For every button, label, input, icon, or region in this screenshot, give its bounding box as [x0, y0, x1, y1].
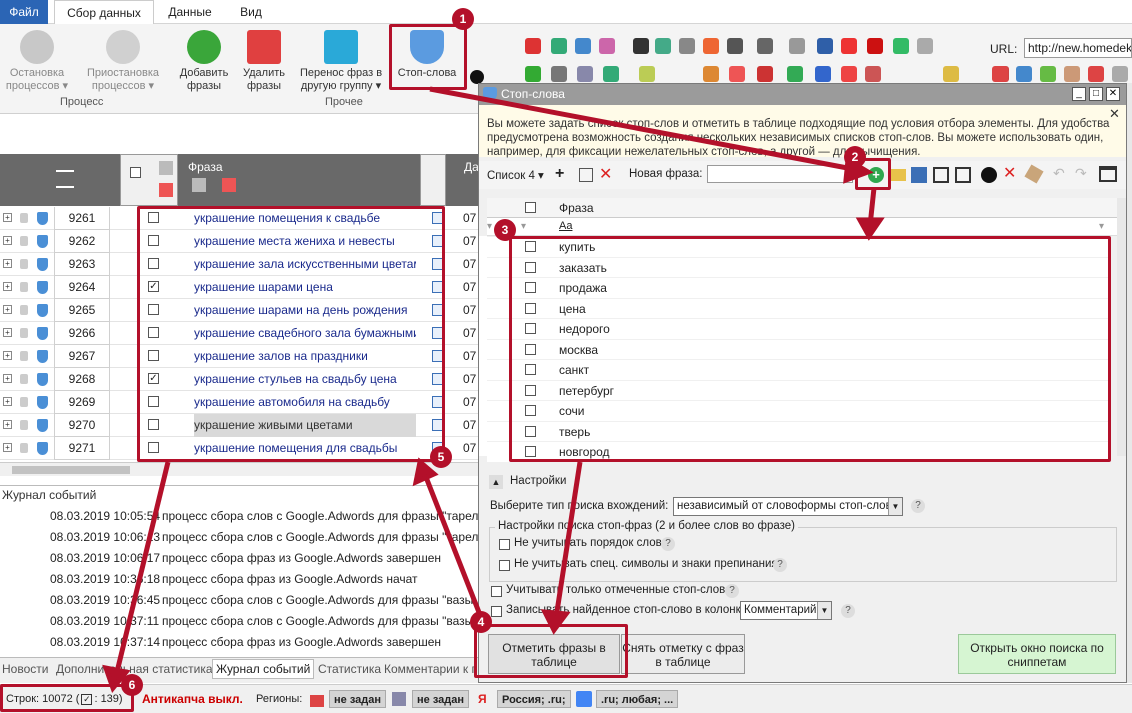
badge-3: 3 — [494, 219, 516, 241]
arrow-3-line — [553, 461, 583, 619]
badge-6: 6 — [121, 674, 143, 696]
arrow-4-line — [421, 471, 485, 621]
arrow-4-head — [412, 457, 439, 487]
badge-4: 4 — [470, 611, 492, 633]
badge-1: 1 — [452, 8, 474, 30]
highlight-stop-words — [389, 24, 467, 90]
highlight-mark-button — [474, 624, 628, 678]
badge-5: 5 — [430, 446, 452, 468]
arrow-5-line — [113, 461, 171, 677]
highlight-grid — [137, 206, 445, 462]
highlight-stop-list — [509, 236, 1111, 462]
badge-2: 2 — [844, 146, 866, 168]
arrow-1-line — [429, 86, 859, 173]
highlight-status — [0, 684, 134, 712]
arrow-2-head — [855, 217, 885, 241]
